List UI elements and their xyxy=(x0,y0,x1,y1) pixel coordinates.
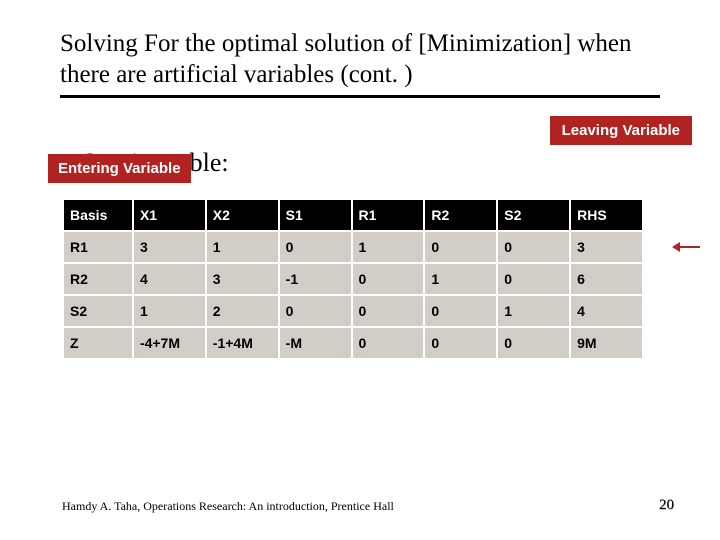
page-number: 20 xyxy=(659,497,674,514)
table-header: S1 xyxy=(279,199,352,231)
table-cell: 1 xyxy=(424,263,497,295)
table-cell: 3 xyxy=(206,263,279,295)
table-cell: 4 xyxy=(133,263,206,295)
table-row: S2 1 2 0 0 0 1 4 xyxy=(63,295,643,327)
title-underline xyxy=(60,95,660,98)
table-header: RHS xyxy=(570,199,643,231)
table-header: X2 xyxy=(206,199,279,231)
table-row: Z -4+7M -1+4M -M 0 0 0 9M xyxy=(63,327,643,359)
table-cell: 1 xyxy=(206,231,279,263)
table-cell: 1 xyxy=(133,295,206,327)
table-cell: -1+4M xyxy=(206,327,279,359)
slide: Solving For the optimal solution of [Min… xyxy=(0,0,720,540)
table-cell: 4 xyxy=(570,295,643,327)
footer-citation: Hamdy A. Taha, Operations Research: An i… xyxy=(62,499,394,514)
table-cell: -1 xyxy=(279,263,352,295)
table-header: R1 xyxy=(352,199,425,231)
slide-title: Solving For the optimal solution of [Min… xyxy=(60,28,660,91)
table-cell: 3 xyxy=(570,231,643,263)
table-header: R2 xyxy=(424,199,497,231)
table-cell: 2 xyxy=(206,295,279,327)
table-cell: S2 xyxy=(63,295,133,327)
table-cell: 9M xyxy=(570,327,643,359)
table-cell: 0 xyxy=(352,263,425,295)
table-cell: 0 xyxy=(424,231,497,263)
table-header: X1 xyxy=(133,199,206,231)
table-cell: 6 xyxy=(570,263,643,295)
table: Basis X1 X2 S1 R1 R2 S2 RHS R1 3 1 0 1 xyxy=(62,198,644,360)
table-cell: R1 xyxy=(63,231,133,263)
table-cell: 1 xyxy=(352,231,425,263)
table-cell: 0 xyxy=(279,295,352,327)
table-cell: 0 xyxy=(279,231,352,263)
table-cell: 3 xyxy=(133,231,206,263)
table-header-row: Basis X1 X2 S1 R1 R2 S2 RHS xyxy=(63,199,643,231)
table-cell: -M xyxy=(279,327,352,359)
table-row: R1 3 1 0 1 0 0 3 xyxy=(63,231,643,263)
table-cell: 0 xyxy=(424,295,497,327)
table-row: R2 4 3 -1 0 1 0 6 xyxy=(63,263,643,295)
table-cell: 0 xyxy=(497,327,570,359)
simplex-table: Basis X1 X2 S1 R1 R2 S2 RHS R1 3 1 0 1 xyxy=(62,198,644,360)
table-cell: 0 xyxy=(424,327,497,359)
table-cell: 0 xyxy=(497,263,570,295)
table-cell: 1 xyxy=(497,295,570,327)
entering-variable-label: Entering Variable xyxy=(48,154,191,183)
table-cell: R2 xyxy=(63,263,133,295)
table-cell: Z xyxy=(63,327,133,359)
table-cell: 0 xyxy=(497,231,570,263)
leaving-variable-label: Leaving Variable xyxy=(550,116,692,145)
table-cell: 0 xyxy=(352,295,425,327)
table-header: Basis xyxy=(63,199,133,231)
table-cell: -4+7M xyxy=(133,327,206,359)
leaving-arrow-icon xyxy=(678,246,700,248)
table-cell: 0 xyxy=(352,327,425,359)
table-header: S2 xyxy=(497,199,570,231)
